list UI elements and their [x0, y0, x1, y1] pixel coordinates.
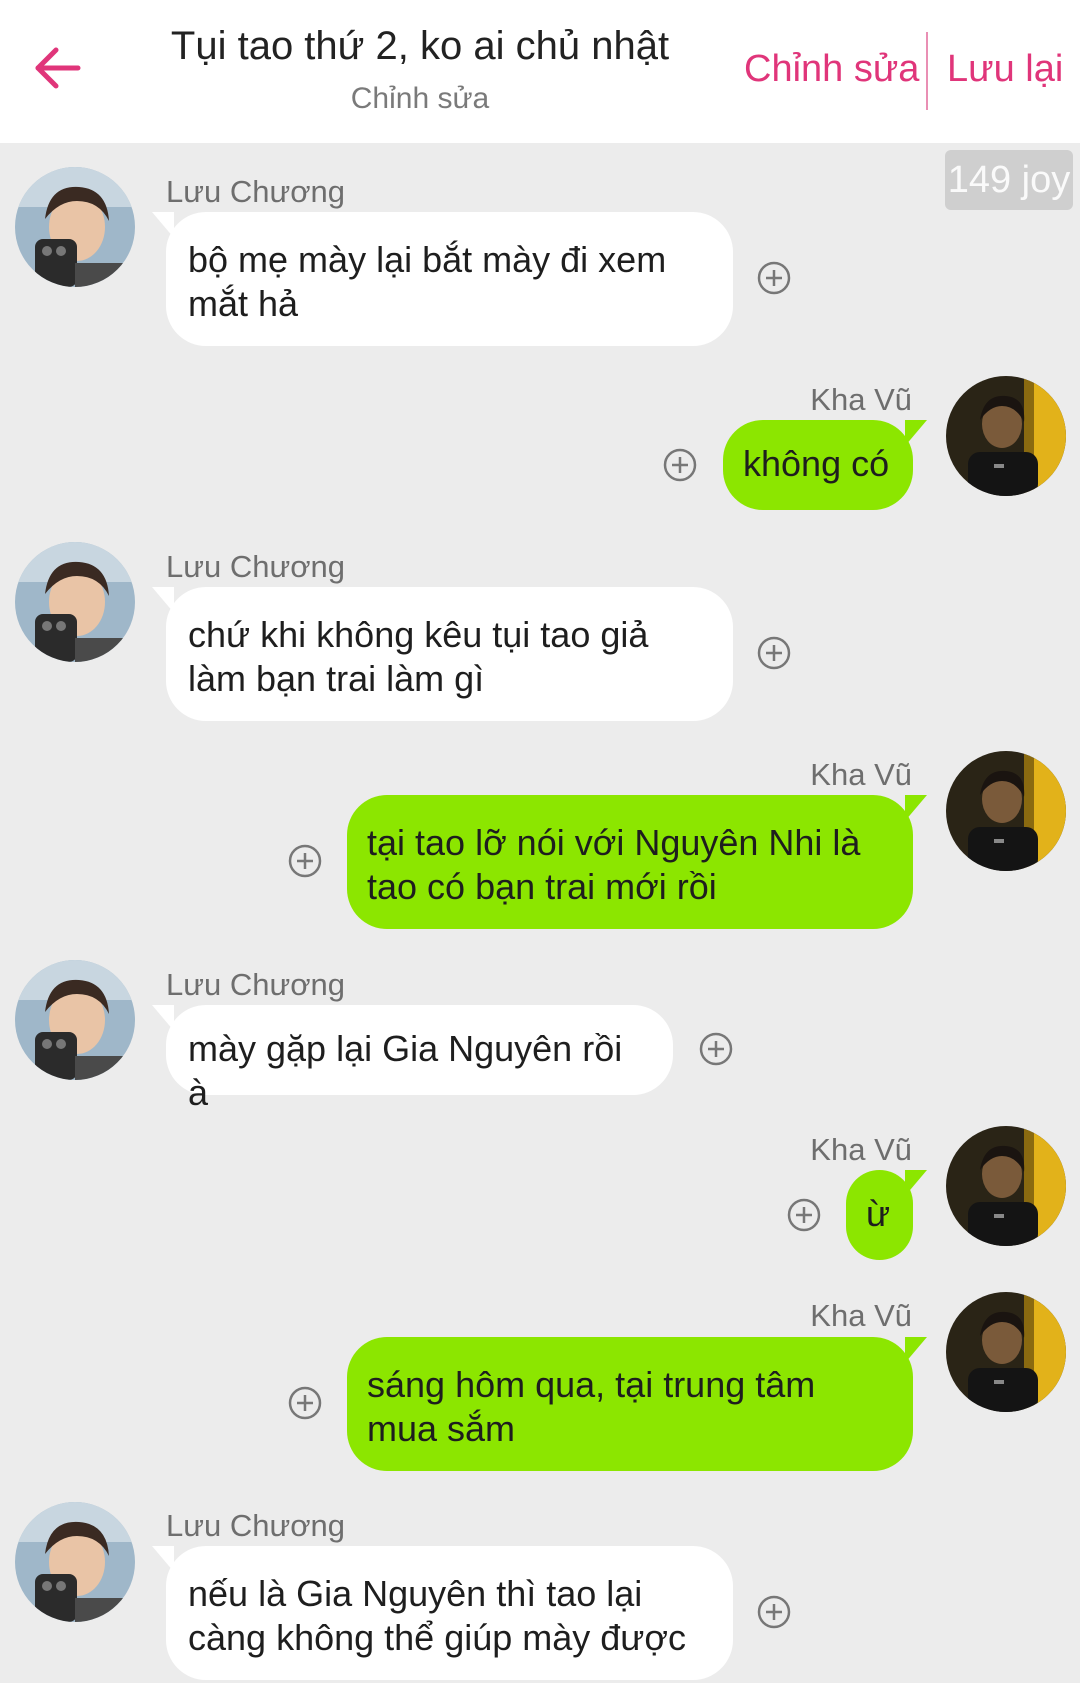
sender-name: Kha Vũ [810, 1298, 912, 1333]
avatar[interactable] [946, 376, 1066, 496]
add-reaction-icon[interactable] [288, 1386, 322, 1420]
avatar[interactable] [15, 960, 135, 1080]
avatar[interactable] [15, 167, 135, 287]
avatar[interactable] [946, 751, 1066, 871]
joy-badge: 149 joy [945, 150, 1073, 210]
sender-name: Kha Vũ [810, 382, 912, 417]
message-bubble[interactable]: mày gặp lại Gia Nguyên rồi à [152, 1005, 673, 1113]
header-divider [926, 32, 928, 110]
message-bubble[interactable]: tại tao lỡ nói với Nguyên Nhi là tao có … [347, 795, 927, 929]
message-bubble[interactable]: bộ mẹ mày lại bắt mày đi xem mắt hả [152, 212, 733, 346]
add-reaction-icon[interactable] [663, 448, 697, 482]
message-text: không có [743, 443, 890, 484]
add-reaction-icon[interactable] [787, 1198, 821, 1232]
message-text: bộ mẹ mày lại bắt mày đi xem mắt hả [188, 239, 667, 324]
add-reaction-icon[interactable] [699, 1032, 733, 1066]
add-reaction-icon[interactable] [288, 844, 322, 878]
sender-name: Kha Vũ [810, 757, 912, 792]
message-bubble[interactable]: không có [723, 420, 927, 510]
save-button[interactable]: Lưu lại [947, 48, 1063, 91]
message-bubble[interactable]: chứ khi không kêu tụi tao giả làm bạn tr… [152, 587, 733, 721]
message-text: chứ khi không kêu tụi tao giả làm bạn tr… [188, 614, 649, 699]
edit-button[interactable]: Chỉnh sửa [744, 48, 919, 91]
sender-name: Lưu Chương [166, 967, 346, 1002]
message-text: ừ [866, 1193, 891, 1234]
page-subtitle: Chỉnh sửa [350, 82, 490, 115]
add-reaction-icon[interactable] [757, 636, 791, 670]
message-bubble[interactable]: sáng hôm qua, tại trung tâm mua sắm [347, 1337, 927, 1471]
message-text: sáng hôm qua, tại trung tâm mua sắm [367, 1364, 816, 1449]
arrow-left-icon [35, 47, 81, 89]
avatar[interactable] [946, 1126, 1066, 1246]
back-button[interactable] [30, 38, 90, 98]
add-reaction-icon[interactable] [757, 261, 791, 295]
avatar[interactable] [946, 1292, 1066, 1412]
add-reaction-icon[interactable] [757, 1595, 791, 1629]
avatar[interactable] [15, 1502, 135, 1622]
page-title: Tụi tao thứ 2, ko ai chủ nhật [170, 24, 670, 68]
sender-name: Lưu Chương [166, 174, 346, 209]
header-bar: Tụi tao thứ 2, ko ai chủ nhật Chỉnh sửa … [0, 0, 1080, 143]
message-bubble[interactable]: ừ [846, 1170, 927, 1260]
sender-name: Lưu Chương [166, 549, 346, 584]
message-text: tại tao lỡ nói với Nguyên Nhi là tao có … [367, 822, 861, 907]
message-bubble[interactable]: nếu là Gia Nguyên thì tao lại càng không… [152, 1546, 733, 1680]
message-text: nếu là Gia Nguyên thì tao lại càng không… [188, 1573, 687, 1658]
sender-name: Kha Vũ [810, 1132, 912, 1167]
message-text: mày gặp lại Gia Nguyên rồi à [188, 1028, 623, 1113]
sender-name: Lưu Chương [166, 1508, 346, 1543]
avatar[interactable] [15, 542, 135, 662]
